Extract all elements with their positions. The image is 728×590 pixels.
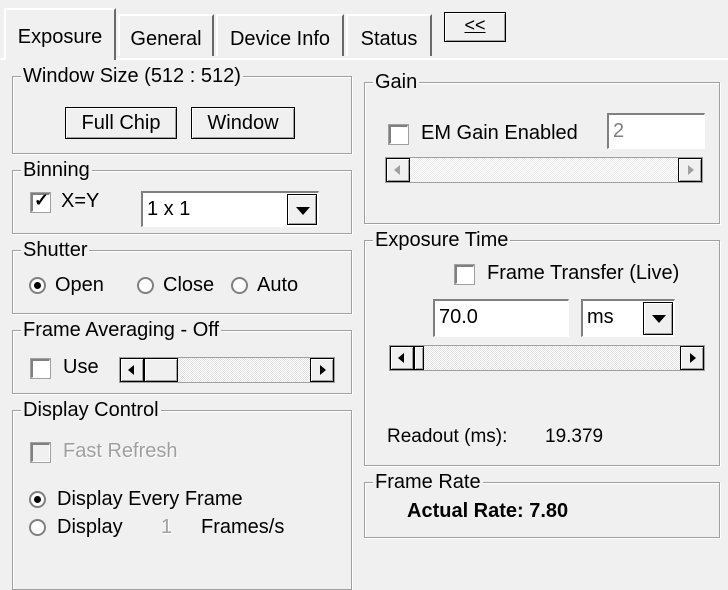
- em-gain-value: 2: [613, 120, 625, 142]
- xy-checkbox[interactable]: ✓: [30, 190, 51, 213]
- em-gain-field[interactable]: 2: [607, 113, 705, 149]
- tab-device-info[interactable]: Device Info: [216, 14, 344, 56]
- display-rate-value: 1: [161, 516, 173, 538]
- exposure-unit-select[interactable]: ms: [581, 299, 675, 337]
- use-label: Use: [63, 356, 99, 378]
- em-gain-scrollbar[interactable]: [385, 157, 703, 183]
- scroll-thumb[interactable]: [144, 358, 178, 382]
- display-control-title: Display Control: [21, 398, 161, 422]
- shutter-open-radio[interactable]: [29, 277, 46, 294]
- scroll-right-icon[interactable]: [310, 358, 334, 382]
- radio-dot-icon: [34, 496, 41, 503]
- em-gain-label: EM Gain Enabled: [421, 122, 578, 144]
- collapse-button-label: <<: [464, 15, 486, 35]
- scroll-left-icon[interactable]: [120, 358, 144, 382]
- chevron-down-icon[interactable]: [643, 302, 673, 335]
- frame-rate-title: Frame Rate: [373, 470, 483, 494]
- fast-refresh-label: Fast Refresh: [63, 440, 178, 462]
- exposure-time-scrollbar[interactable]: [389, 345, 705, 371]
- shutter-auto-label: Auto: [257, 274, 299, 296]
- frame-transfer-label: Frame Transfer (Live): [487, 262, 680, 284]
- binning-title: Binning: [21, 158, 92, 182]
- scroll-left-icon[interactable]: [386, 158, 410, 182]
- tab-status-label: Status: [360, 28, 418, 50]
- frame-averaging-group: Frame Averaging - Off Use: [12, 318, 352, 394]
- frame-averaging-scrollbar[interactable]: [119, 357, 335, 383]
- tab-exposure[interactable]: Exposure: [4, 8, 116, 60]
- window-label: Window: [207, 112, 279, 134]
- full-chip-button[interactable]: Full Chip: [65, 107, 177, 139]
- em-gain-checkbox[interactable]: [388, 124, 409, 145]
- shutter-group: Shutter Open Close Auto: [12, 238, 352, 314]
- check-icon: ✓: [34, 190, 50, 210]
- tab-general-label: General: [130, 28, 202, 50]
- frame-averaging-title: Frame Averaging - Off: [21, 318, 222, 342]
- scroll-right-icon[interactable]: [680, 346, 704, 370]
- binning-group: Binning ✓ X=Y 1 x 1: [12, 158, 352, 234]
- readout-label: Readout (ms):: [387, 426, 508, 447]
- frame-transfer-checkbox[interactable]: [454, 264, 475, 285]
- shutter-auto-radio[interactable]: [231, 277, 248, 294]
- gain-group: Gain EM Gain Enabled 2: [364, 70, 720, 224]
- shutter-close-label: Close: [163, 274, 215, 296]
- binning-selected-value: 1 x 1: [147, 198, 191, 220]
- scroll-thumb[interactable]: [414, 346, 424, 370]
- exposure-time-title: Exposure Time: [373, 228, 511, 252]
- tab-exposure-label: Exposure: [17, 26, 103, 48]
- fast-refresh-checkbox[interactable]: [30, 442, 51, 463]
- binning-select[interactable]: 1 x 1: [141, 191, 319, 227]
- window-button[interactable]: Window: [191, 107, 295, 139]
- tab-device-info-label: Device Info: [229, 28, 331, 50]
- readout-value: 19.379: [545, 426, 604, 447]
- shutter-close-radio[interactable]: [137, 277, 154, 294]
- tab-status[interactable]: Status: [346, 14, 432, 56]
- gain-title: Gain: [373, 70, 420, 94]
- collapse-button[interactable]: <<: [444, 12, 506, 42]
- display-every-frame-radio[interactable]: [29, 491, 46, 508]
- tab-general[interactable]: General: [118, 14, 214, 56]
- display-every-frame-label: Display Every Frame: [57, 488, 243, 510]
- exposure-time-value: 70.0: [439, 306, 478, 328]
- exposure-unit-value: ms: [587, 306, 614, 328]
- full-chip-label: Full Chip: [81, 112, 161, 134]
- display-control-group: Display Control Fast Refresh Display Eve…: [12, 398, 352, 590]
- exposure-time-group: Exposure Time Frame Transfer (Live) 70.0…: [364, 228, 720, 466]
- actual-rate: Actual Rate: 7.80: [407, 500, 569, 522]
- exposure-time-input[interactable]: 70.0: [433, 299, 569, 337]
- display-rate-radio[interactable]: [29, 519, 46, 536]
- window-size-group: Window Size (512 : 512) Full Chip Window: [12, 64, 352, 154]
- use-checkbox[interactable]: [30, 358, 51, 379]
- xy-label: X=Y: [61, 190, 100, 212]
- shutter-open-label: Open: [55, 274, 104, 296]
- display-label: Display: [57, 516, 123, 538]
- frame-rate-group: Frame Rate Actual Rate: 7.80: [364, 470, 720, 538]
- shutter-title: Shutter: [21, 238, 90, 262]
- chevron-down-icon[interactable]: [287, 194, 317, 225]
- scroll-left-icon[interactable]: [390, 346, 414, 370]
- scroll-right-icon[interactable]: [678, 158, 702, 182]
- frames-per-s-label: Frames/s: [201, 516, 285, 538]
- window-size-title: Window Size (512 : 512): [21, 64, 243, 88]
- radio-dot-icon: [34, 282, 41, 289]
